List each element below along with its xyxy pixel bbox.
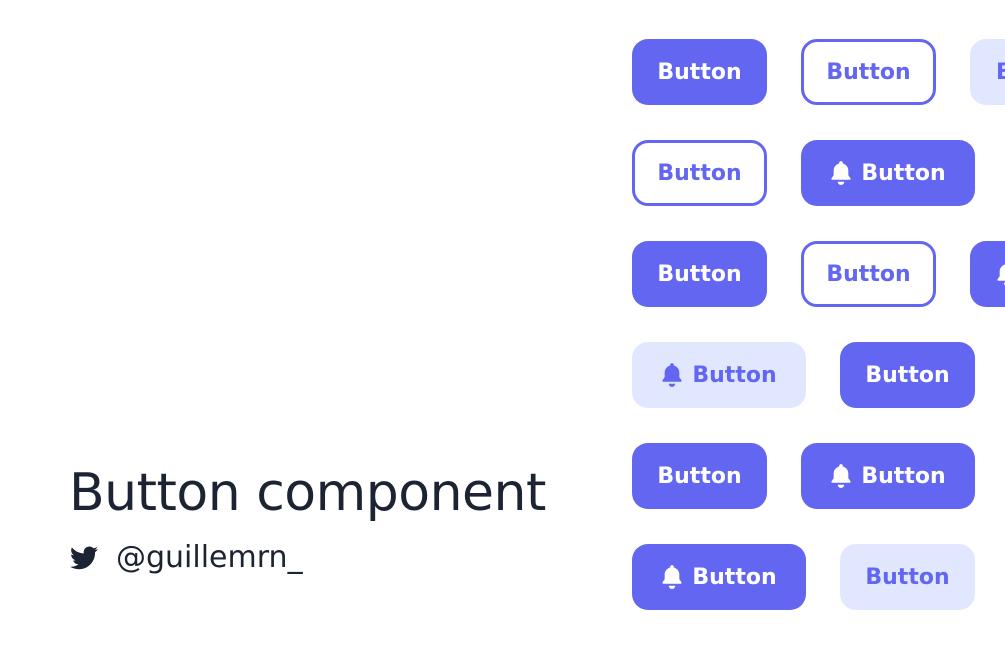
button-label: Button (861, 463, 946, 489)
author-handle-row: @guillemrn_ (70, 538, 303, 578)
button-label: Button (692, 564, 777, 590)
button-label: Button (692, 362, 777, 388)
button-label: Button (865, 362, 950, 388)
button-soft-clipped[interactable]: B (970, 39, 1005, 105)
button-label: Button (861, 160, 946, 186)
twitter-icon (70, 546, 98, 570)
button-soft-bell[interactable]: Button (632, 342, 806, 408)
button-label: Button (826, 261, 911, 287)
button-outline[interactable]: Button (801, 241, 936, 307)
button-solid-bell[interactable]: Button (632, 544, 806, 610)
button-soft[interactable]: Button (840, 544, 975, 610)
button-label: Button (657, 463, 742, 489)
bell-icon (662, 565, 683, 589)
button-label: Button (657, 261, 742, 287)
button-solid[interactable]: Button (840, 342, 975, 408)
button-solid[interactable]: Button (632, 39, 767, 105)
page-title: Button component (69, 463, 546, 523)
button-solid[interactable]: Button (632, 443, 767, 509)
button-label: Button (657, 160, 742, 186)
button-label: Button (657, 59, 742, 85)
twitter-handle[interactable]: @guillemrn_ (116, 538, 303, 578)
button-solid-bell-clipped[interactable] (970, 241, 1005, 307)
button-solid-bell[interactable]: Button (801, 443, 975, 509)
button-outline[interactable]: Button (632, 140, 767, 206)
bell-icon (831, 161, 852, 185)
button-solid[interactable]: Button (632, 241, 767, 307)
button-label: B (996, 59, 1005, 85)
button-label: Button (865, 564, 950, 590)
bell-icon (997, 264, 1005, 286)
button-outline[interactable]: Button (801, 39, 936, 105)
button-solid-bell[interactable]: Button (801, 140, 975, 206)
button-label: Button (826, 59, 911, 85)
bell-icon (831, 464, 852, 488)
bell-icon (662, 363, 683, 387)
